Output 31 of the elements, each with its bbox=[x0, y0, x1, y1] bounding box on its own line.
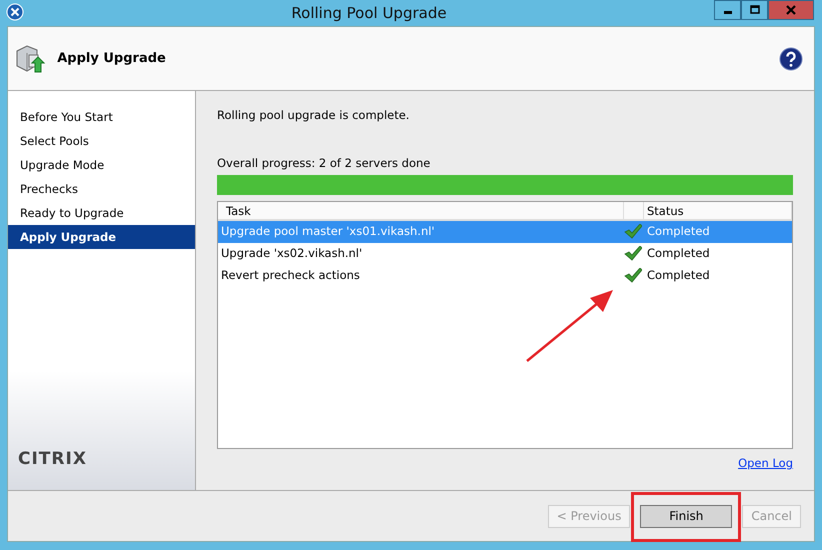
maximize-icon bbox=[750, 5, 760, 15]
status-cell-text: Completed bbox=[646, 266, 711, 284]
task-cell-text: Revert precheck actions bbox=[220, 266, 361, 284]
status-cell-text: Completed bbox=[646, 222, 711, 240]
close-button[interactable] bbox=[768, 0, 814, 20]
task-cell-text: Upgrade 'xs02.vikash.nl' bbox=[220, 244, 364, 262]
wizard-step[interactable]: Ready to Upgrade bbox=[8, 201, 195, 225]
close-icon bbox=[785, 5, 797, 15]
open-log-link[interactable]: Open Log bbox=[738, 456, 793, 470]
window-title: Rolling Pool Upgrade bbox=[291, 4, 447, 22]
wizard-step[interactable]: Prechecks bbox=[8, 177, 195, 201]
wizard-step[interactable]: Before You Start bbox=[8, 105, 195, 129]
table-row[interactable]: Revert precheck actions Completed bbox=[218, 264, 792, 286]
status-message: Rolling pool upgrade is complete. bbox=[217, 107, 410, 124]
help-icon[interactable] bbox=[778, 46, 802, 70]
app-icon bbox=[6, 3, 24, 21]
wizard-step[interactable]: Upgrade Mode bbox=[8, 153, 195, 177]
brand-logo: CITRIX bbox=[17, 448, 88, 470]
column-header[interactable]: Task bbox=[218, 202, 624, 218]
server-upgrade-icon bbox=[14, 42, 46, 74]
wizard-step[interactable]: Select Pools bbox=[8, 129, 195, 153]
maximize-button[interactable] bbox=[741, 0, 768, 20]
status-cell-text: Completed bbox=[646, 244, 711, 262]
wizard-step[interactable]: Apply Upgrade bbox=[8, 225, 195, 249]
minimize-button[interactable] bbox=[714, 0, 741, 20]
task-cell-text: Upgrade pool master 'xs01.vikash.nl' bbox=[220, 222, 436, 240]
wizard-button[interactable]: Finish bbox=[640, 504, 732, 528]
progress-label: Overall progress: 2 of 2 servers done bbox=[217, 155, 432, 172]
page-title: Apply Upgrade bbox=[57, 50, 166, 68]
column-header[interactable]: Status bbox=[644, 202, 792, 218]
table-row[interactable]: Upgrade 'xs02.vikash.nl' Completed bbox=[218, 242, 792, 264]
